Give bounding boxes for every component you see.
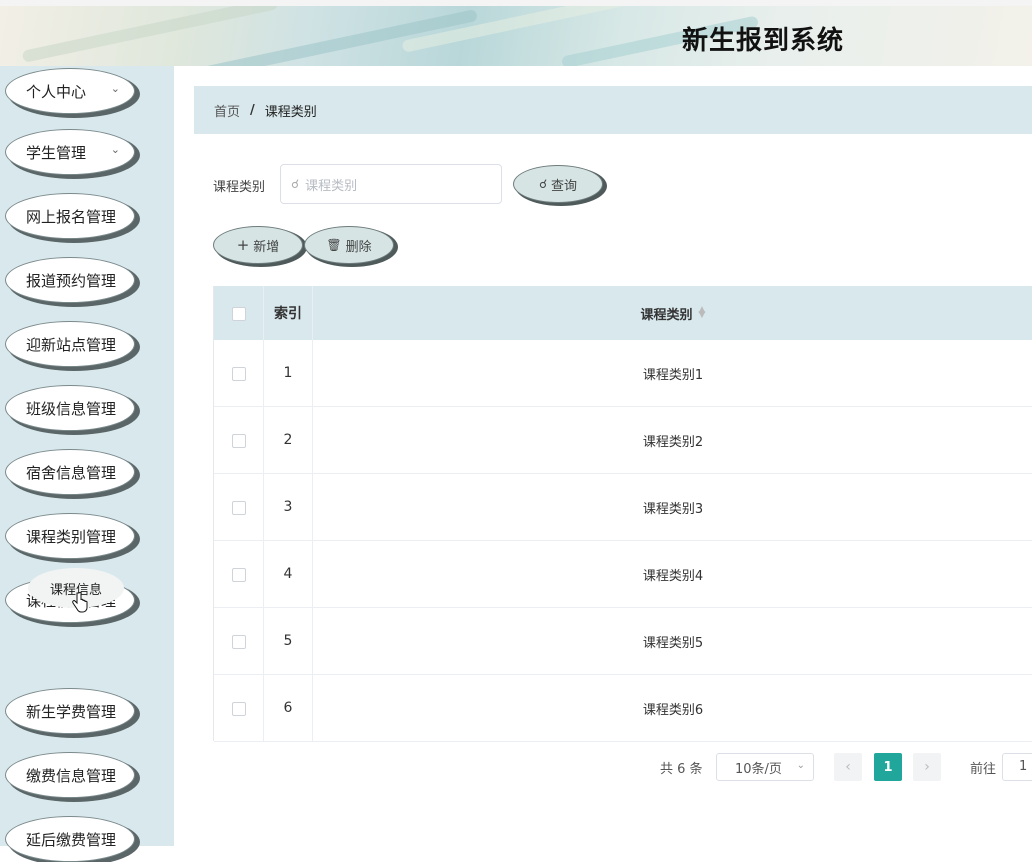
- sidebar-item-label: 延后缴费管理: [26, 830, 117, 849]
- search-button-label: 查询: [551, 178, 578, 194]
- row-category: 课程类别3: [642, 501, 704, 517]
- row-checkbox[interactable]: [232, 501, 246, 515]
- row-checkbox[interactable]: [232, 568, 246, 582]
- table-row[interactable]: 6 课程类别6: [214, 675, 1032, 742]
- breadcrumb-home[interactable]: 首页: [214, 101, 240, 120]
- search-icon: ☌: [538, 177, 548, 191]
- sidebar-item-label: 报道预约管理: [26, 271, 117, 290]
- sort-icon[interactable]: ▲ ▼: [699, 306, 706, 320]
- sidebar-item[interactable]: 缴费信息管理: [5, 752, 135, 798]
- sidebar-item-label: 迎新站点管理: [26, 335, 117, 354]
- hand-cursor-icon: [72, 592, 88, 613]
- row-index: 2: [264, 407, 313, 473]
- column-header-category-label: 课程类别: [640, 307, 693, 323]
- prev-page-button[interactable]: ‹: [834, 753, 862, 781]
- row-index: 4: [264, 541, 313, 607]
- sidebar-item[interactable]: 迎新站点管理: [5, 321, 135, 367]
- chevron-right-icon: ›: [924, 759, 930, 775]
- trash-icon: 🗑: [326, 238, 342, 252]
- row-category: 课程类别1: [642, 367, 704, 383]
- sidebar-item[interactable]: 宿舍信息管理: [5, 449, 135, 495]
- sidebar-item-label: 宿舍信息管理: [26, 463, 117, 482]
- select-all-checkbox[interactable]: [232, 307, 246, 321]
- row-checkbox[interactable]: [232, 635, 246, 649]
- header-banner: 新生报到系统: [0, 6, 1032, 66]
- row-category: 课程类别5: [642, 635, 704, 651]
- goto-page-input[interactable]: 1: [1002, 753, 1032, 781]
- pagination-total: 共 6 条: [660, 762, 703, 777]
- delete-button-label: 删除: [345, 239, 372, 255]
- breadcrumb: 首页 / 课程类别: [194, 86, 1032, 134]
- row-index: 3: [264, 474, 313, 540]
- search-input[interactable]: ☌ 课程类别: [280, 164, 502, 204]
- row-checkbox[interactable]: [232, 434, 246, 448]
- sidebar-item[interactable]: 新生学费管理: [5, 688, 135, 734]
- sidebar-item[interactable]: 课程类别管理: [5, 513, 135, 559]
- row-checkbox-cell: [214, 340, 264, 406]
- delete-button[interactable]: 🗑 删除: [304, 226, 394, 264]
- search-label: 课程类别: [213, 180, 266, 195]
- row-category: 课程类别2: [642, 434, 704, 450]
- sidebar-item-label: 课程类别管理: [26, 527, 117, 546]
- table-row[interactable]: 1 课程类别1: [214, 340, 1032, 407]
- sidebar-item[interactable]: 延后缴费管理: [5, 816, 135, 862]
- sidebar-item-label: 缴费信息管理: [26, 766, 117, 785]
- row-checkbox[interactable]: [232, 702, 246, 716]
- page-size-value: 10条/页: [735, 761, 782, 777]
- search-button[interactable]: ☌ 查询: [513, 165, 603, 203]
- table-row[interactable]: 3 课程类别3: [214, 474, 1032, 541]
- sidebar-item-label: 学生管理: [26, 143, 87, 162]
- goto-label: 前往: [970, 762, 997, 777]
- app-title: 新生报到系统: [681, 26, 844, 56]
- row-checkbox-cell: [214, 608, 264, 674]
- page-number-current[interactable]: 1: [874, 753, 902, 781]
- sidebar-item[interactable]: 班级信息管理: [5, 385, 135, 431]
- row-checkbox-cell: [214, 474, 264, 540]
- sidebar-item-label: 网上报名管理: [26, 207, 117, 226]
- row-checkbox[interactable]: [232, 367, 246, 381]
- table-row[interactable]: 5 课程类别5: [214, 608, 1032, 675]
- chevron-down-icon: ⌄: [796, 760, 805, 771]
- chevron-down-icon: ⌄: [110, 143, 120, 156]
- row-index: 1: [264, 340, 313, 406]
- column-header-index: 索引: [264, 286, 313, 340]
- plus-icon: +: [236, 236, 250, 254]
- page-size-select[interactable]: 10条/页 ⌄: [716, 753, 814, 781]
- search-icon: ☌: [291, 177, 300, 191]
- table-header: 索引 课程类别 ▲ ▼: [214, 286, 1032, 340]
- sidebar-item[interactable]: 报道预约管理: [5, 257, 135, 303]
- sidebar-item[interactable]: 学生管理 ⌄: [5, 129, 135, 175]
- header-checkbox-cell: [214, 286, 264, 340]
- breadcrumb-separator: /: [250, 102, 255, 118]
- row-category: 课程类别6: [642, 702, 704, 718]
- row-category: 课程类别4: [642, 568, 704, 584]
- next-page-button[interactable]: ›: [913, 753, 941, 781]
- row-checkbox-cell: [214, 675, 264, 741]
- sidebar-item[interactable]: 个人中心 ⌄: [5, 68, 135, 114]
- table-row[interactable]: 2 课程类别2: [214, 407, 1032, 474]
- add-button-label: 新增: [253, 239, 280, 255]
- add-button[interactable]: + 新增: [213, 226, 303, 264]
- row-checkbox-cell: [214, 407, 264, 473]
- sidebar-item[interactable]: 网上报名管理: [5, 193, 135, 239]
- sidebar-item-label: 新生学费管理: [26, 702, 117, 721]
- row-index: 5: [264, 608, 313, 674]
- table-row[interactable]: 4 课程类别4: [214, 541, 1032, 608]
- column-header-category[interactable]: 课程类别 ▲ ▼: [313, 286, 1032, 340]
- data-table: 索引 课程类别 ▲ ▼ 1 课程类别1 2 课程类别2 3 课程类别3 4 课程类别4 5 课程类别…: [213, 286, 1032, 742]
- chevron-down-icon: ⌄: [110, 82, 120, 95]
- breadcrumb-current: 课程类别: [264, 104, 317, 120]
- sidebar-item-label: 个人中心: [26, 82, 87, 101]
- sidebar-item-label: 班级信息管理: [26, 399, 117, 418]
- chevron-left-icon: ‹: [845, 759, 851, 775]
- row-checkbox-cell: [214, 541, 264, 607]
- search-placeholder: 课程类别: [305, 178, 358, 194]
- row-index: 6: [264, 675, 313, 741]
